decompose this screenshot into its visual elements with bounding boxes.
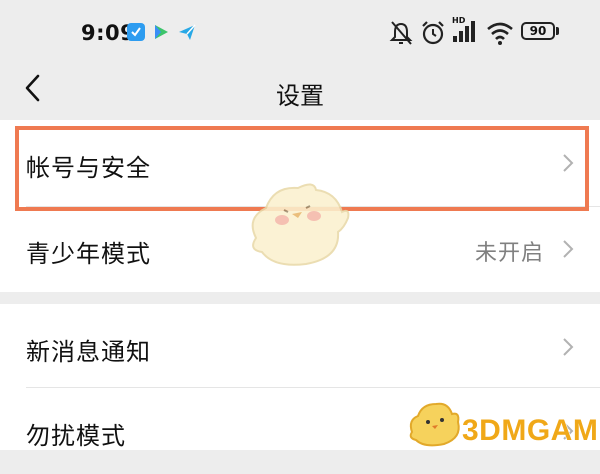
setting-label: 新消息通知 bbox=[26, 338, 151, 366]
mute-bell-icon bbox=[389, 21, 413, 45]
setting-value: 未开启 bbox=[474, 241, 544, 266]
battery-tip bbox=[556, 27, 559, 35]
signal-bars-icon bbox=[453, 21, 475, 42]
brand-mascot-icon bbox=[409, 402, 460, 447]
chevron-right-icon bbox=[563, 240, 574, 258]
battery-level: 90 bbox=[529, 24, 547, 38]
nav-bar: 设置 bbox=[0, 62, 600, 118]
wifi-icon bbox=[487, 22, 513, 45]
alarm-icon bbox=[422, 21, 444, 45]
status-bar: 9:09 HD 90 bbox=[0, 0, 600, 62]
chevron-right-icon bbox=[563, 154, 574, 172]
setting-label: 青少年模式 bbox=[26, 240, 151, 268]
setting-row-new-message-notification[interactable]: 新消息通知 bbox=[0, 304, 600, 390]
setting-label: 帐号与安全 bbox=[26, 154, 151, 182]
setting-label: 勿扰模式 bbox=[26, 422, 126, 450]
notification-app-icon bbox=[127, 23, 145, 41]
signal-icon: HD bbox=[452, 16, 482, 46]
brand-watermark-text: 3DMGAME bbox=[462, 414, 600, 447]
video-app-icon bbox=[155, 25, 168, 39]
mascot-watermark-icon bbox=[251, 183, 350, 266]
battery-indicator: 90 bbox=[521, 22, 555, 40]
page-title: 设置 bbox=[276, 82, 324, 110]
send-app-icon bbox=[179, 24, 196, 40]
chevron-right-icon bbox=[563, 338, 574, 356]
